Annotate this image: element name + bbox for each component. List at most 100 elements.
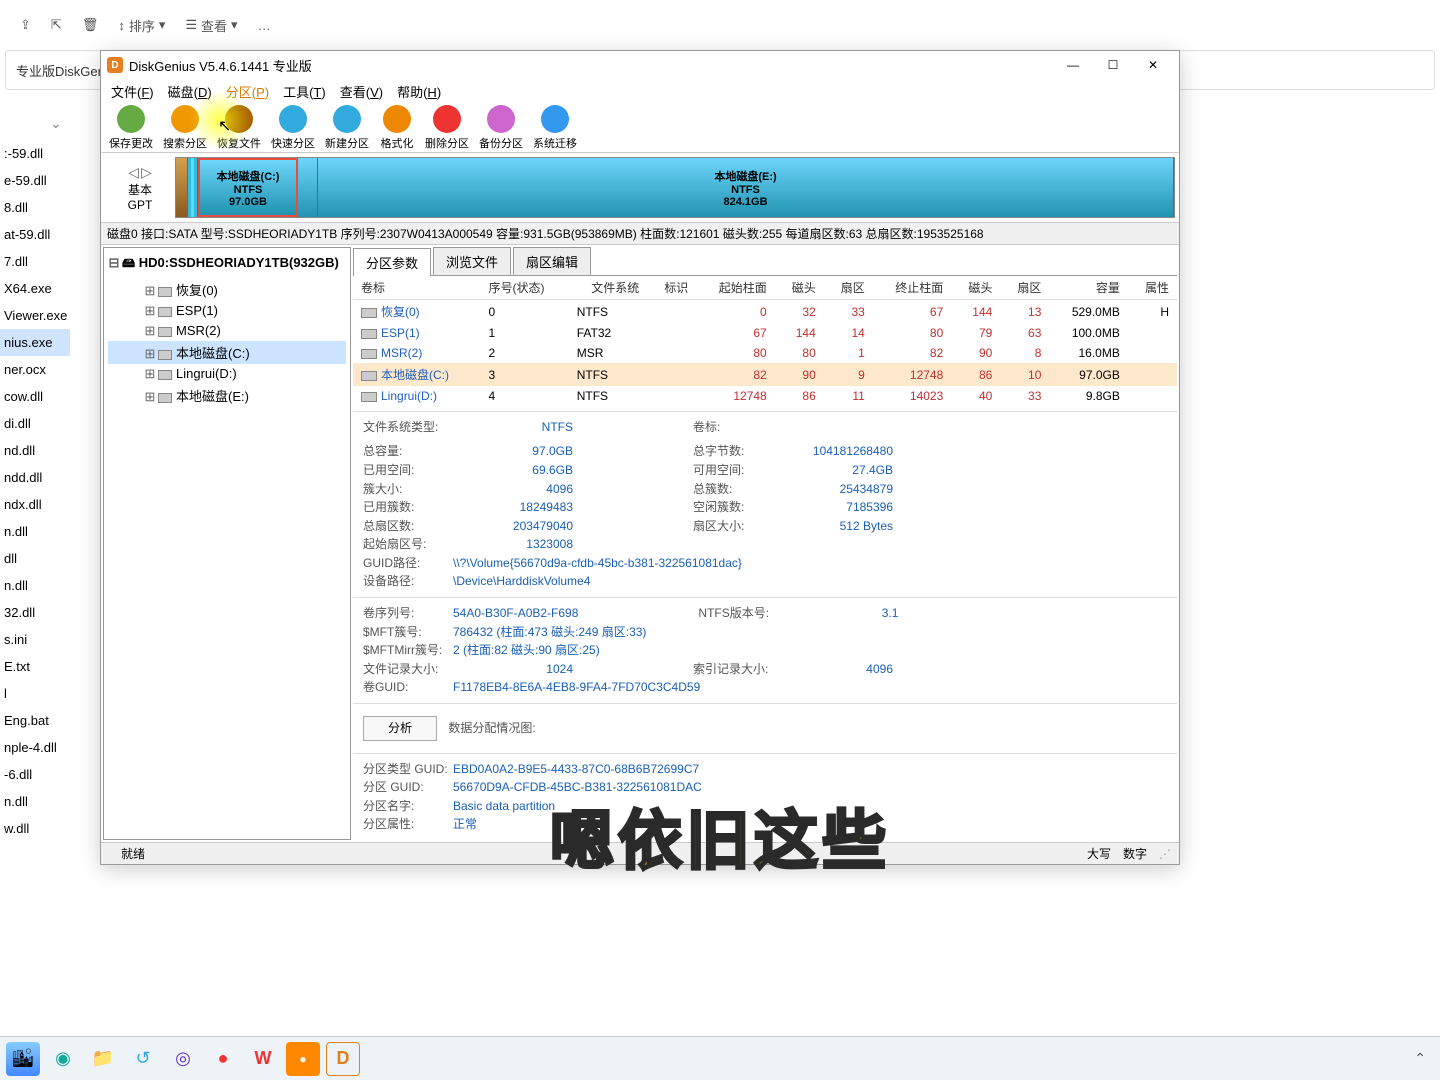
taskbar-app-5[interactable]: ◎ <box>166 1042 200 1076</box>
col-header[interactable]: 扇区 <box>824 276 873 300</box>
next-disk-icon[interactable]: ▷ <box>141 164 152 181</box>
col-header[interactable]: 终止柱面 <box>873 276 951 300</box>
file-item[interactable]: Viewer.exe <box>0 302 70 329</box>
table-row[interactable]: 恢复(0)0NTFS032336714413529.0MBH <box>353 300 1177 324</box>
analyze-button[interactable]: 分析 <box>363 716 437 741</box>
file-item[interactable]: e-59.dll <box>0 167 70 194</box>
menu-p[interactable]: 分区(P) <box>220 80 275 103</box>
col-header[interactable]: 文件系统 <box>569 276 647 300</box>
col-header[interactable]: 属性 <box>1128 276 1177 300</box>
taskbar-explorer[interactable]: 📁 <box>86 1042 120 1076</box>
disk-map: ◁▷ 基本 GPT 本地磁盘(C:) NTFS 97.0GB 本地磁盘(E:) … <box>101 153 1179 223</box>
tool-3[interactable]: 快速分区 <box>267 103 319 153</box>
file-item[interactable]: at-59.dll <box>0 221 70 248</box>
tree-collapse-icon[interactable]: ⌄ <box>50 115 62 132</box>
share2-icon[interactable]: ⇱ <box>51 17 62 33</box>
file-item[interactable]: n.dll <box>0 788 70 815</box>
maximize-button[interactable]: ☐ <box>1093 51 1133 79</box>
prev-disk-icon[interactable]: ◁ <box>128 164 139 181</box>
tree-item-5[interactable]: ⊞本地磁盘(E:) <box>108 384 346 407</box>
tool-6[interactable]: 删除分区 <box>421 103 473 153</box>
file-item[interactable]: ndd.dll <box>0 464 70 491</box>
table-row[interactable]: 本地磁盘(C:)3NTFS8290912748861097.0GB <box>353 363 1177 386</box>
partition-bar-e[interactable]: 本地磁盘(E:) NTFS 824.1GB <box>318 158 1174 217</box>
menu-v[interactable]: 查看(V) <box>334 80 389 103</box>
resize-grip-icon[interactable]: ⋰ <box>1159 847 1171 861</box>
menu-h[interactable]: 帮助(H) <box>391 80 447 103</box>
file-item[interactable]: -6.dll <box>0 761 70 788</box>
file-item[interactable]: E.txt <box>0 653 70 680</box>
taskbar-app-8[interactable]: ● <box>286 1042 320 1076</box>
share-icon[interactable]: ⇪ <box>20 17 31 33</box>
taskbar-wps[interactable]: W <box>246 1042 280 1076</box>
file-item[interactable]: 7.dll <box>0 248 70 275</box>
file-item[interactable]: Eng.bat <box>0 707 70 734</box>
file-item[interactable]: cow.dll <box>0 383 70 410</box>
file-item[interactable]: ndx.dll <box>0 491 70 518</box>
menu-f[interactable]: 文件(F) <box>105 80 160 103</box>
tool-7[interactable]: 备份分区 <box>475 103 527 153</box>
tree-item-0[interactable]: ⊞恢复(0) <box>108 278 346 301</box>
taskbar-edge[interactable]: ◉ <box>46 1042 80 1076</box>
taskbar-diskgenius[interactable]: D <box>326 1042 360 1076</box>
taskbar-app-6[interactable]: ● <box>206 1042 240 1076</box>
col-header[interactable]: 卷标 <box>353 276 480 300</box>
file-item[interactable]: n.dll <box>0 518 70 545</box>
partition-bar-c[interactable]: 本地磁盘(C:) NTFS 97.0GB <box>198 158 298 217</box>
file-item[interactable]: di.dll <box>0 410 70 437</box>
menu-t[interactable]: 工具(T) <box>277 80 332 103</box>
file-item[interactable]: l <box>0 680 70 707</box>
tree-item-2[interactable]: ⊞MSR(2) <box>108 321 346 341</box>
allocation-label: 数据分配情况图: <box>448 721 535 735</box>
tree-item-4[interactable]: ⊞Lingrui(D:) <box>108 364 346 384</box>
col-header[interactable]: 磁头 <box>775 276 824 300</box>
menu-d[interactable]: 磁盘(D) <box>162 80 218 103</box>
tree-root[interactable]: ⊟🖴 HD0:SSDHEORIADY1TB(932GB) <box>108 252 346 278</box>
table-row[interactable]: ESP(1)1FAT326714414807963100.0MB <box>353 323 1177 343</box>
file-item[interactable]: :-59.dll <box>0 140 70 167</box>
file-item[interactable]: 32.dll <box>0 599 70 626</box>
taskbar-app-1[interactable]: 🏙 <box>6 1042 40 1076</box>
partition-bar-d[interactable] <box>298 158 318 217</box>
col-header[interactable]: 标识 <box>647 276 696 300</box>
col-header[interactable]: 扇区 <box>1000 276 1049 300</box>
col-header[interactable]: 磁头 <box>951 276 1000 300</box>
tool-0[interactable]: 保存更改 <box>105 103 157 153</box>
close-button[interactable]: ✕ <box>1133 51 1173 79</box>
col-header[interactable]: 序号(状态) <box>480 276 568 300</box>
taskbar-app-4[interactable]: ↺ <box>126 1042 160 1076</box>
file-item[interactable]: 8.dll <box>0 194 70 221</box>
minimize-button[interactable]: — <box>1053 51 1093 79</box>
tree-item-3[interactable]: ⊞本地磁盘(C:) <box>108 341 346 364</box>
more-icon[interactable]: … <box>258 18 271 33</box>
file-item[interactable]: s.ini <box>0 626 70 653</box>
partition-bar-recovery[interactable] <box>176 158 188 217</box>
file-item[interactable]: nius.exe <box>0 329 70 356</box>
tool-1[interactable]: 搜索分区 <box>159 103 211 153</box>
file-item[interactable]: nd.dll <box>0 437 70 464</box>
tree-item-1[interactable]: ⊞ESP(1) <box>108 301 346 321</box>
tab-2[interactable]: 扇区编辑 <box>513 247 591 275</box>
tool-8[interactable]: 系统迁移 <box>529 103 581 153</box>
table-row[interactable]: Lingrui(D:)4NTFS1274886111402340339.8GB <box>353 386 1177 406</box>
tray-chevron-icon[interactable]: ⌃ <box>1414 1050 1426 1067</box>
tool-4[interactable]: 新建分区 <box>321 103 373 153</box>
col-header[interactable]: 容量 <box>1049 276 1127 300</box>
file-item[interactable]: w.dll <box>0 815 70 842</box>
subtitle-overlay: 嗯依旧这些 <box>550 790 890 882</box>
file-item[interactable]: dll <box>0 545 70 572</box>
file-item[interactable]: nple-4.dll <box>0 734 70 761</box>
table-row[interactable]: MSR(2)2MSR808018290816.0MB <box>353 343 1177 363</box>
file-item[interactable]: ner.ocx <box>0 356 70 383</box>
file-item[interactable]: n.dll <box>0 572 70 599</box>
sort-dropdown[interactable]: ↕ 排序 ▾ <box>118 16 165 35</box>
view-dropdown[interactable]: ☰ 查看 ▾ <box>185 16 237 35</box>
delete-icon[interactable]: 🗑 <box>82 17 99 33</box>
tab-0[interactable]: 分区参数 <box>353 248 431 276</box>
tab-1[interactable]: 浏览文件 <box>433 247 511 275</box>
col-header[interactable]: 起始柱面 <box>696 276 774 300</box>
tool-5[interactable]: 格式化 <box>375 103 419 153</box>
disk-bars[interactable]: 本地磁盘(C:) NTFS 97.0GB 本地磁盘(E:) NTFS 824.1… <box>175 157 1175 218</box>
file-item[interactable]: X64.exe <box>0 275 70 302</box>
partition-bar-esp[interactable] <box>188 158 198 217</box>
